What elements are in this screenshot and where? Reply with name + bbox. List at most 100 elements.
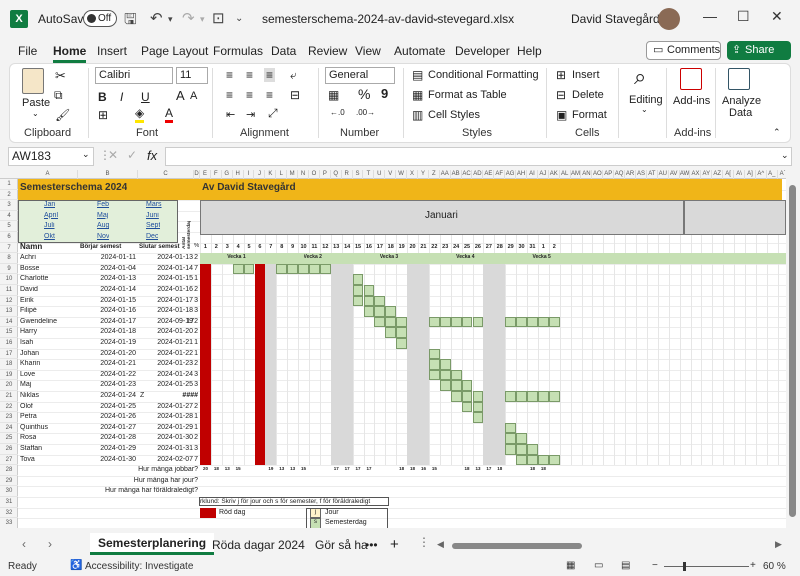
align-middle-icon[interactable]: ≡	[246, 68, 253, 82]
menu-page-layout[interactable]: Page Layout	[141, 44, 208, 58]
add-sheet-icon[interactable]: +	[390, 536, 399, 553]
format-as-table-button[interactable]: Format as Table	[428, 89, 507, 101]
column-header-F[interactable]: F	[211, 170, 222, 179]
tab-gor-sa-har[interactable]: Gör så ha	[315, 538, 368, 552]
month-link-aug[interactable]: Aug	[97, 222, 109, 229]
column-header-A_[interactable]: A_	[767, 170, 778, 179]
column-header-A[interactable]: A	[18, 170, 78, 179]
zoom-slider-thumb[interactable]	[683, 562, 686, 571]
column-header-A`[interactable]: A`	[778, 170, 786, 179]
name-cell[interactable]: Bosse	[20, 265, 39, 272]
row-header-17[interactable]: 17	[0, 349, 18, 360]
font-color-icon[interactable]: A	[165, 106, 174, 123]
accessibility-status[interactable]: Accessibility: Investigate	[85, 561, 193, 572]
month-link-nov[interactable]: Nov	[97, 233, 109, 240]
increase-indent-icon[interactable]: ⇥	[246, 108, 255, 121]
column-header-AQ[interactable]: AQ	[614, 170, 626, 179]
menu-automate[interactable]: Automate	[394, 44, 445, 58]
start-date-cell[interactable]: 2024-01-13	[80, 275, 136, 282]
start-date-cell[interactable]: 2024-01-29	[80, 445, 136, 452]
month-link-mars[interactable]: Mars	[146, 201, 162, 208]
comma-style-icon[interactable]: 9	[381, 86, 388, 101]
comments-button[interactable]: ▭ Comments	[646, 41, 721, 60]
month-link-sept[interactable]: Sept	[146, 222, 160, 229]
column-header-AB[interactable]: AB	[451, 170, 462, 179]
vertical-scroll-thumb[interactable]	[789, 185, 796, 517]
column-header-T[interactable]: T	[364, 170, 375, 179]
column-header-AR[interactable]: AR	[625, 170, 636, 179]
start-date-cell[interactable]: 2024-01-21	[80, 360, 136, 367]
column-header-N[interactable]: N	[298, 170, 309, 179]
name-cell[interactable]: Harry	[20, 328, 37, 335]
name-cell[interactable]: Niklas	[20, 392, 39, 399]
start-date-cell[interactable]: 2024-01-27	[80, 424, 136, 431]
row-header-29[interactable]: 29	[0, 476, 18, 487]
wrap-text-icon[interactable]: ⤶	[290, 68, 297, 83]
column-header-A][interactable]: A]	[745, 170, 756, 179]
menu-insert[interactable]: Insert	[97, 44, 127, 58]
start-date-cell[interactable]: 2024-01-04	[80, 265, 136, 272]
row-header-19[interactable]: 19	[0, 370, 18, 381]
column-header-K[interactable]: K	[265, 170, 277, 179]
zoom-out-icon[interactable]: −	[652, 560, 658, 571]
column-header-AM[interactable]: AM	[571, 170, 582, 179]
menu-file[interactable]: File	[18, 44, 37, 58]
row-header-1[interactable]: 1	[0, 179, 18, 190]
column-header-L[interactable]: L	[276, 170, 288, 179]
undo-icon[interactable]: ↶	[150, 9, 163, 27]
days-count-cell[interactable]: 1	[178, 413, 198, 420]
borders-icon[interactable]: ⊞	[98, 108, 108, 122]
column-header-AO[interactable]: AO	[592, 170, 604, 179]
days-count-cell[interactable]: 2	[178, 434, 198, 441]
maximize-icon[interactable]: ☐	[737, 8, 750, 25]
column-header-AV[interactable]: AV	[669, 170, 680, 179]
month-link-juli[interactable]: Juli	[44, 222, 55, 229]
row-header-24[interactable]: 24	[0, 423, 18, 434]
days-count-cell[interactable]: 2	[178, 254, 198, 261]
start-date-cell[interactable]: 2024-01-19	[80, 339, 136, 346]
underline-icon[interactable]: U	[141, 90, 150, 104]
days-count-cell[interactable]: 3	[178, 371, 198, 378]
tab-options-icon[interactable]: ⋮	[418, 535, 430, 549]
font-size-select[interactable]: 11	[176, 67, 208, 84]
days-count-cell[interactable]: 7	[178, 456, 198, 463]
start-date-cell[interactable]: 2024-01-17	[80, 318, 136, 325]
align-bottom-icon[interactable]: ≡	[264, 68, 276, 82]
copy-icon[interactable]: ⧉	[54, 88, 63, 103]
font-shrink-icon[interactable]: A	[190, 90, 197, 102]
month-link-juni[interactable]: Juni	[146, 212, 159, 219]
column-header-AU[interactable]: AU	[658, 170, 669, 179]
column-header-AD[interactable]: AD	[473, 170, 484, 179]
column-header-AS[interactable]: AS	[636, 170, 647, 179]
tab-semesterplanering[interactable]: Semesterplanering	[90, 533, 215, 555]
column-header-R[interactable]: R	[342, 170, 353, 179]
name-cell[interactable]: Rosa	[20, 434, 36, 441]
menu-developer[interactable]: Developer	[455, 44, 510, 58]
column-header-Q[interactable]: Q	[331, 170, 342, 179]
insert-cells-button[interactable]: Insert	[572, 69, 600, 81]
start-date-cell[interactable]: 2024-01-26	[80, 413, 136, 420]
customize-qat-icon[interactable]: ⊡	[212, 9, 225, 27]
row-header-13[interactable]: 13	[0, 306, 18, 317]
row-header-4[interactable]: 4	[0, 211, 18, 222]
column-header-Z[interactable]: Z	[429, 170, 440, 179]
column-header-G[interactable]: G	[222, 170, 233, 179]
column-header-AP[interactable]: AP	[603, 170, 615, 179]
row-header-7[interactable]: 7	[0, 243, 18, 254]
orientation-icon[interactable]: ⤢	[268, 106, 278, 121]
start-date-cell[interactable]: 2024-01-18	[80, 328, 136, 335]
row-header-33[interactable]: 33	[0, 518, 18, 528]
start-date-cell[interactable]: 2024-01-20	[80, 350, 136, 357]
close-icon[interactable]: ✕	[771, 8, 783, 25]
row-header-9[interactable]: 9	[0, 264, 18, 275]
column-header-Y[interactable]: Y	[418, 170, 429, 179]
decrease-indent-icon[interactable]: ⇤	[226, 108, 235, 121]
start-date-cell[interactable]: 2024-01-25	[80, 403, 136, 410]
name-cell[interactable]: Johan	[20, 350, 39, 357]
name-cell[interactable]: Filipé	[20, 307, 37, 314]
month-link-jan[interactable]: Jan	[44, 201, 55, 208]
row-header-23[interactable]: 23	[0, 412, 18, 423]
conditional-formatting-button[interactable]: Conditional Formatting	[428, 69, 539, 81]
column-header-X[interactable]: X	[407, 170, 418, 179]
days-count-cell[interactable]: 1	[178, 350, 198, 357]
